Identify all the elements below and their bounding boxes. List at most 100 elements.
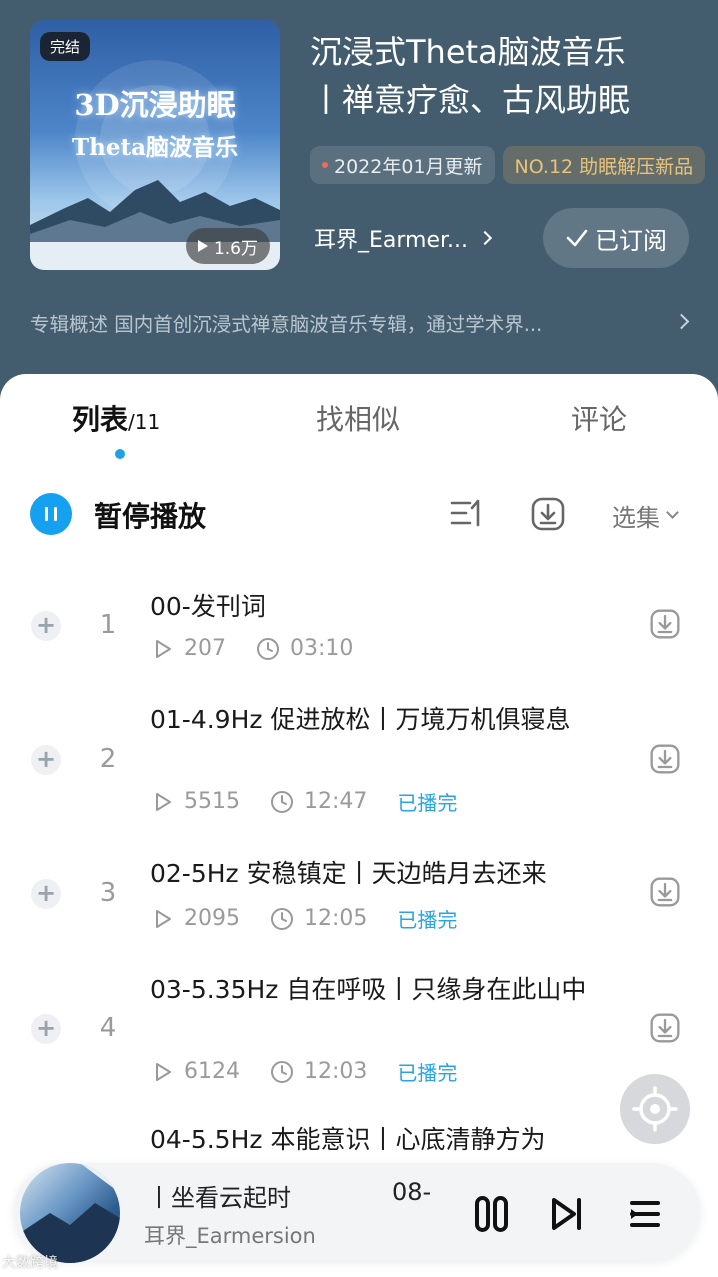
plays-stat: 6124: [154, 1059, 240, 1084]
update-chip: 2022年01月更新: [310, 146, 495, 184]
sort-icon[interactable]: [450, 498, 484, 528]
play-count: 5515: [184, 789, 240, 814]
played-status: 已播完: [397, 1061, 458, 1085]
tab-similar[interactable]: 找相似: [316, 398, 400, 438]
rank-chip[interactable]: NO.12 助眠解压新品: [502, 146, 706, 184]
track-title: 01-4.9Hz 促进放松丨万境万机俱寝息: [150, 705, 571, 734]
track-index: 4: [99, 1013, 117, 1043]
playlist-icon[interactable]: [628, 1196, 662, 1232]
play-count: 6124: [184, 1059, 240, 1084]
cover-title-line2: Theta脑波音乐: [72, 134, 238, 161]
download-icon[interactable]: [649, 608, 681, 640]
track-row[interactable]: + 4 03-5.35Hz 自在呼吸丨只缘身在此山中 6124 12:03 已播…: [0, 968, 718, 1108]
duration-stat: 12:05: [270, 906, 367, 931]
track-title: 04-5.5Hz 本能意识丨心底清静方为: [150, 1125, 546, 1154]
download-icon[interactable]: [649, 743, 681, 775]
download-icon[interactable]: [649, 876, 681, 908]
now-playing-author: 耳界_Earmersion: [144, 1224, 316, 1248]
pause-all-button[interactable]: [30, 493, 72, 535]
tab-list[interactable]: 列表/11: [72, 398, 160, 438]
duration: 12:05: [304, 906, 368, 931]
duration: 12:47: [304, 789, 368, 814]
duration-stat: 12:47: [270, 789, 367, 814]
locate-current-button[interactable]: [620, 1074, 690, 1144]
track-meta: 207 03:10: [154, 636, 383, 661]
track-row[interactable]: + 3 02-5Hz 安稳镇定丨天边皓月去还来 2095 12:05 已播完: [0, 852, 718, 962]
play-icon: [197, 240, 208, 252]
played-status: 已播完: [397, 791, 458, 815]
play-count: 2095: [184, 906, 240, 931]
album-title-line1: 沉浸式Theta脑波音乐: [310, 33, 626, 71]
pause-icon[interactable]: [474, 1196, 510, 1232]
target-icon: [632, 1086, 678, 1132]
clock-icon: [271, 1060, 293, 1083]
duration: 12:03: [304, 1059, 368, 1084]
now-playing-title: 丨坐看云起时: [147, 1184, 291, 1212]
active-tab-indicator: [115, 449, 125, 459]
track-row[interactable]: + 2 01-4.9Hz 促进放松丨万境万机俱寝息 5515 12:47 已播完: [0, 699, 718, 839]
played-status: 已播完: [397, 908, 458, 932]
track-title: 02-5Hz 安稳镇定丨天边皓月去还来: [150, 859, 547, 888]
select-episodes-label: 选集: [612, 504, 660, 532]
add-to-playlist-icon[interactable]: +: [31, 1014, 61, 1044]
add-to-playlist-icon[interactable]: +: [31, 745, 61, 775]
track-title: 03-5.35Hz 自在呼吸丨只缘身在此山中: [150, 975, 587, 1004]
chevron-down-icon: [666, 506, 679, 519]
play-count-icon: [156, 639, 171, 658]
tab-list-label: 列表: [72, 403, 129, 436]
check-icon: [566, 229, 588, 247]
tab-comments[interactable]: 评论: [571, 398, 627, 438]
play-count: 207: [184, 636, 226, 661]
author-link[interactable]: 耳界_Earmer...: [314, 222, 493, 254]
clock-icon: [257, 637, 279, 660]
select-episodes-button[interactable]: 选集: [612, 498, 679, 533]
track-meta: 2095 12:05 已播完: [154, 904, 457, 933]
plays-stat: 2095: [154, 906, 240, 931]
track-row[interactable]: 04-5.5Hz 本能意识丨心底清静方为: [0, 1119, 718, 1169]
clock-icon: [271, 907, 293, 930]
author-name: 耳界_Earmer...: [314, 228, 469, 253]
update-dot-icon: [322, 162, 328, 168]
summary-chevron-icon[interactable]: [673, 313, 690, 330]
duration: 03:10: [290, 636, 354, 661]
album-title: 沉浸式Theta脑波音乐 丨禅意疗愈、古风助眠: [310, 28, 705, 124]
track-meta: 5515 12:47 已播完: [154, 787, 457, 816]
plays-stat: 207: [154, 636, 226, 661]
track-index: 1: [99, 610, 117, 640]
chevron-right-icon: [477, 230, 493, 246]
play-count: 1.6万: [213, 238, 258, 259]
now-playing-cover[interactable]: [20, 1163, 120, 1263]
plays-stat: 5515: [154, 789, 240, 814]
duration-stat: 03:10: [256, 636, 353, 661]
skip-next-icon[interactable]: [550, 1196, 584, 1232]
track-row[interactable]: + 1 00-发刊词 207 03:10: [0, 584, 718, 694]
pause-bar-left: [45, 507, 48, 521]
pause-play-label[interactable]: 暂停播放: [94, 495, 206, 535]
download-icon[interactable]: [649, 1012, 681, 1044]
tab-list-count: /11: [128, 410, 161, 434]
download-all-icon[interactable]: [530, 496, 566, 532]
track-meta: 6124 12:03 已播完: [154, 1057, 457, 1086]
album-summary[interactable]: 专辑概述 国内首创沉浸式禅意脑波音乐专辑，通过学术界...: [30, 308, 670, 337]
cover-title-line1: 3D沉浸助眠: [74, 88, 236, 122]
album-header: 完结 3D沉浸助眠 Theta脑波音乐 1.6万 沉浸式Theta脑波音乐 丨禅…: [0, 0, 718, 420]
duration-stat: 12:03: [270, 1059, 367, 1084]
watermark: 大数跨境: [2, 1255, 58, 1271]
track-index: 3: [99, 878, 117, 908]
album-cover[interactable]: 完结 3D沉浸助眠 Theta脑波音乐 1.6万: [30, 20, 280, 270]
album-tags: 2022年01月更新 NO.12 助眠解压新品: [310, 146, 718, 186]
play-count-icon: [156, 792, 171, 811]
play-count-icon: [156, 909, 171, 928]
clock-icon: [271, 790, 293, 813]
update-text: 2022年01月更新: [334, 155, 483, 178]
track-title: 00-发刊词: [150, 592, 266, 621]
play-count-icon: [156, 1062, 171, 1081]
subscribed-label: 已订阅: [595, 226, 667, 255]
pause-bar-right: [54, 507, 57, 521]
play-count-badge: 1.6万: [185, 228, 270, 264]
content-panel: 列表/11 找相似 评论 暂停播放 选集 + 1 00-发刊词 207 03:1…: [0, 374, 718, 1277]
subscribed-button[interactable]: 已订阅: [543, 208, 689, 268]
add-to-playlist-icon[interactable]: +: [31, 879, 61, 909]
track-index: 2: [99, 744, 117, 774]
add-to-playlist-icon[interactable]: +: [31, 611, 61, 641]
